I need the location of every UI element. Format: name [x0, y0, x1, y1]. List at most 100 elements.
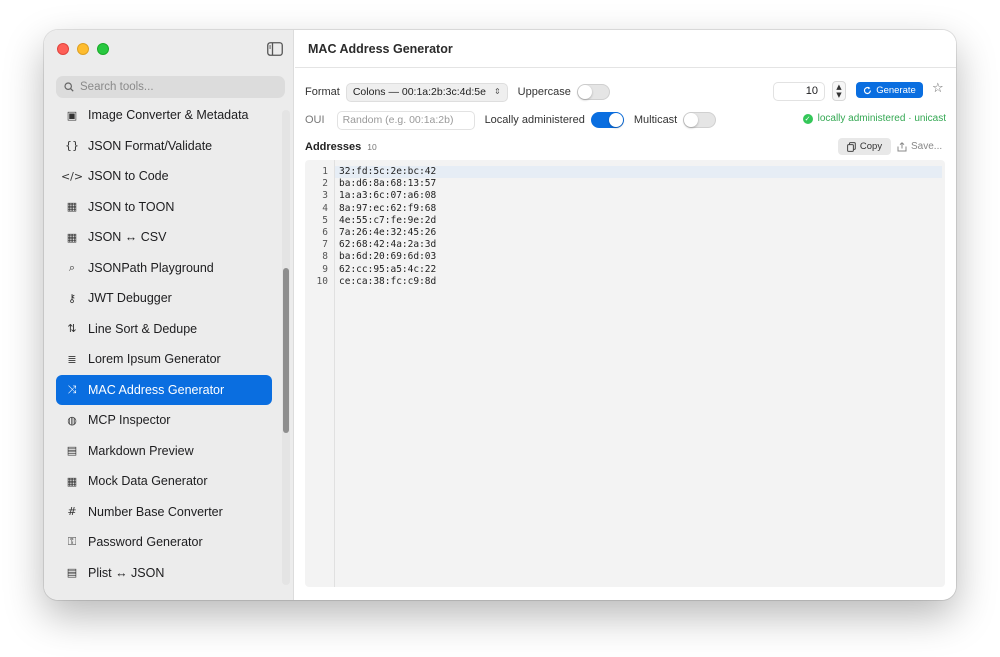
- braces-icon: {}: [65, 139, 79, 153]
- toggle-knob: [608, 113, 623, 127]
- stepper-up-icon[interactable]: ▲: [836, 83, 841, 91]
- sidebar-item[interactable]: ▣ Image Converter & Metadata: [56, 100, 272, 131]
- generate-button[interactable]: Generate: [856, 82, 923, 98]
- format-select[interactable]: Colons — 00:1a:2b:3c:4d:5e ⇕: [345, 82, 508, 102]
- sidebar-item[interactable]: ▦ JSON ↔ CSV: [56, 222, 272, 253]
- close-window-button[interactable]: [57, 43, 69, 55]
- oui-label: OUI: [305, 114, 325, 126]
- table-icon: ▦: [66, 200, 78, 214]
- favorite-star-icon[interactable]: ☆: [932, 81, 944, 96]
- text-lines-icon: ≣: [67, 352, 77, 366]
- table-icon: ▦: [66, 474, 78, 488]
- sidebar-item[interactable]: # Number Base Converter: [56, 497, 272, 528]
- address-line[interactable]: 7a:26:4e:32:45:26: [335, 227, 942, 239]
- address-line[interactable]: 62:68:42:4a:2a:3d: [335, 239, 942, 251]
- copy-label: Copy: [859, 141, 883, 152]
- sidebar-item[interactable]: ◍ MCP Inspector: [56, 405, 272, 436]
- sidebar-item-label: JWT Debugger: [88, 291, 172, 306]
- share-icon: [897, 141, 907, 151]
- sidebar-item-label: JSONPath Playground: [88, 260, 214, 275]
- sidebar-toggle-icon[interactable]: [267, 42, 283, 56]
- address-line[interactable]: 62:cc:95:a5:4c:22: [335, 264, 942, 276]
- zoom-window-button[interactable]: [97, 43, 109, 55]
- copy-button[interactable]: Copy: [838, 138, 891, 155]
- line-number: 4: [322, 202, 328, 214]
- sidebar-item[interactable]: ▤ Markdown Preview: [56, 436, 272, 467]
- sidebar-item-label: Markdown Preview: [88, 443, 194, 458]
- sidebar-item[interactable]: ⇅ Line Sort & Dedupe: [56, 314, 272, 345]
- code-icon: </>: [60, 169, 84, 183]
- sidebar-item-label: Password Generator: [88, 535, 203, 550]
- address-line[interactable]: 4e:55:c7:fe:9e:2d: [335, 215, 942, 227]
- window-controls: [57, 43, 109, 55]
- sidebar-item[interactable]: {} JSON Format/Validate: [56, 131, 272, 162]
- addresses-count: 10: [367, 142, 377, 152]
- save-button[interactable]: Save...: [897, 138, 942, 155]
- sidebar-item[interactable]: ⚷ JWT Debugger: [56, 283, 272, 314]
- minimize-window-button[interactable]: [77, 43, 89, 55]
- scrollbar-thumb[interactable]: [283, 268, 289, 433]
- key-icon: ⚷: [67, 291, 77, 305]
- sidebar-item[interactable]: ≣ Lorem Ipsum Generator: [56, 344, 272, 375]
- oui-input[interactable]: [336, 110, 475, 130]
- format-label: Format: [305, 86, 340, 98]
- format-value: Colons — 00:1a:2b:3c:4d:5e: [352, 86, 486, 98]
- sidebar-item[interactable]: ⤨ MAC Address Generator: [56, 374, 272, 405]
- line-numbers: 1 2 3 4 5 6 7 8 9 10: [305, 166, 328, 288]
- page-title: MAC Address Generator: [308, 41, 453, 56]
- copy-icon: [847, 141, 856, 152]
- table-icon: ▦: [66, 230, 78, 244]
- line-number: 8: [322, 251, 328, 263]
- locally-administered-label: Locally administered: [484, 114, 585, 126]
- address-line[interactable]: ce:ca:38:fc:c9:8d: [335, 276, 942, 288]
- address-line[interactable]: 1a:a3:6c:07:a6:08: [335, 190, 942, 202]
- uppercase-toggle[interactable]: [576, 84, 610, 100]
- uppercase-label: Uppercase: [517, 86, 571, 98]
- sidebar-item-label: JSON to TOON: [88, 199, 175, 214]
- sidebar-item-label: Line Sort & Dedupe: [88, 321, 198, 336]
- address-line[interactable]: 32:fd:5c:2e:bc:42: [335, 166, 942, 179]
- addresses-title: Addresses: [305, 141, 362, 153]
- document-icon: ▤: [66, 444, 78, 458]
- line-number: 5: [322, 214, 328, 226]
- line-number: 9: [322, 263, 328, 275]
- list-icon: ▤: [66, 566, 78, 580]
- hash-icon: #: [67, 505, 77, 519]
- locally-administered-toggle[interactable]: [590, 112, 624, 128]
- sidebar-item-label: Number Base Converter: [88, 504, 223, 519]
- title-bar: MAC Address Generator: [295, 30, 956, 68]
- chevron-updown-icon: ⇕: [493, 87, 501, 96]
- line-number: 3: [322, 190, 328, 202]
- sidebar-item[interactable]: ▦ Mock Data Generator: [56, 466, 272, 497]
- sidebar-item-label: JSON Format/Validate: [88, 138, 213, 153]
- sidebar-item[interactable]: ▦ JSON to TOON: [56, 192, 272, 223]
- search-field[interactable]: [56, 76, 285, 98]
- sidebar-item[interactable]: ▤ Plist ↔ JSON: [56, 558, 272, 589]
- sidebar-item-label: MAC Address Generator: [88, 382, 225, 397]
- multicast-label: Multicast: [633, 114, 678, 126]
- status-text: locally administered · unicast: [817, 113, 946, 124]
- address-line[interactable]: 8a:97:ec:62:f9:68: [335, 203, 942, 215]
- address-line[interactable]: ba:6d:20:69:6d:03: [335, 251, 942, 263]
- sidebar-item[interactable]: </> JSON to Code: [56, 161, 272, 192]
- sidebar-item-label: JSON to Code: [88, 169, 169, 184]
- address-line[interactable]: ba:d6:8a:68:13:57: [335, 178, 942, 190]
- multicast-toggle[interactable]: [683, 112, 717, 128]
- count-input[interactable]: 10: [773, 82, 825, 101]
- sidebar-scrollbar[interactable]: [282, 110, 290, 585]
- image-icon: ▣: [66, 108, 78, 122]
- line-number: 2: [322, 178, 328, 190]
- globe-icon: ◍: [67, 413, 77, 427]
- line-number: 7: [322, 239, 328, 251]
- stepper-down-icon[interactable]: ▼: [836, 91, 841, 99]
- search-input[interactable]: [80, 81, 270, 93]
- status-indicator: ✓ locally administered · unicast: [802, 113, 946, 124]
- address-lines[interactable]: 32:fd:5c:2e:bc:42 ba:d6:8a:68:13:57 1a:a3:…: [335, 166, 942, 288]
- sidebar-item[interactable]: ⌕ JSONPath Playground: [56, 253, 272, 284]
- addresses-editor[interactable]: 1 2 3 4 5 6 7 8 9 10 32:fd:5c:2e:bc:42 ba:d6:8a:68…: [305, 160, 945, 587]
- magnifier-icon: ⌕: [68, 260, 76, 274]
- sidebar-item[interactable]: ⚿ Password Generator: [56, 527, 272, 558]
- count-stepper[interactable]: ▲ ▼: [832, 81, 846, 101]
- tool-list: ▣ Image Converter & Metadata {} JSON Format…: [56, 100, 272, 588]
- generate-label: Generate: [876, 84, 916, 96]
